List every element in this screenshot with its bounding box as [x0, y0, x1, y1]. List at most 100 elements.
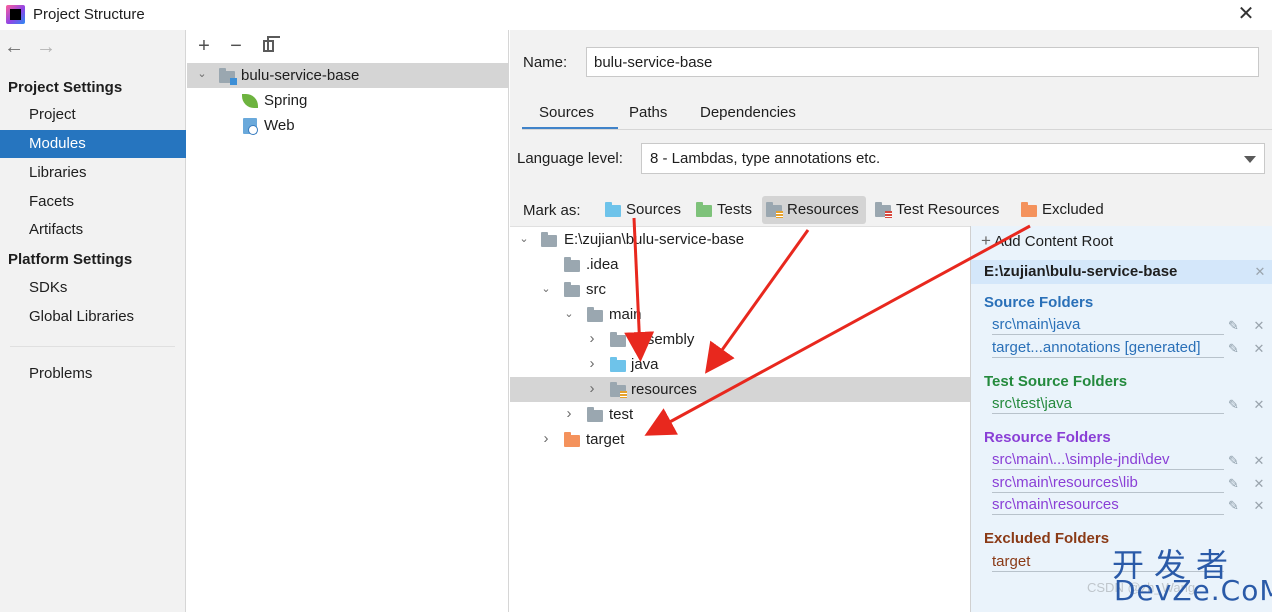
- mark-sources-button[interactable]: Sources: [601, 196, 689, 224]
- source-folder-icon: [610, 357, 626, 372]
- facet-name: Web: [264, 117, 295, 134]
- tree-row-test[interactable]: › test: [510, 402, 970, 427]
- sidebar-item-project[interactable]: Project: [0, 101, 186, 129]
- resource-folders-heading: Resource Folders: [984, 429, 1111, 446]
- content-root-path: E:\zujian\bulu-service-base ✕: [971, 260, 1272, 284]
- tree-row-label: resources: [631, 381, 697, 398]
- mark-resources-button[interactable]: Resources: [762, 196, 866, 224]
- resource-folder-entry[interactable]: src\main\...\simple-jndi\dev: [992, 450, 1224, 470]
- tree-row-idea[interactable]: .idea: [510, 252, 970, 277]
- tree-row-java[interactable]: › java: [510, 352, 970, 377]
- chevron-right-icon[interactable]: ›: [563, 406, 575, 421]
- project-settings-heading: Project Settings: [8, 79, 123, 96]
- nav-arrows: ← →: [0, 30, 186, 66]
- excluded-folder-icon: [1021, 202, 1037, 217]
- chevron-down-icon[interactable]: ⌄: [540, 283, 552, 295]
- copy-module-icon[interactable]: [257, 34, 281, 58]
- facet-row-spring[interactable]: Spring: [187, 88, 509, 113]
- sidebar-divider: [10, 346, 175, 347]
- web-globe-icon: [243, 118, 258, 135]
- excluded-folder-icon: [564, 432, 580, 447]
- folder-icon: [587, 307, 603, 322]
- tree-row-src[interactable]: ⌄ src: [510, 277, 970, 302]
- forward-arrow-icon[interactable]: →: [36, 36, 56, 59]
- source-folders-heading: Source Folders: [984, 294, 1094, 311]
- chevron-right-icon[interactable]: ›: [586, 331, 598, 346]
- tree-row-label: main: [609, 306, 642, 323]
- module-folder-icon: [219, 68, 237, 85]
- tab-paths[interactable]: Paths: [629, 100, 667, 130]
- remove-entry-icon[interactable]: ✕: [1252, 499, 1266, 513]
- source-folder-entry[interactable]: src\main\java: [992, 315, 1224, 335]
- tab-sources[interactable]: Sources: [522, 100, 618, 130]
- sidebar-item-sdks[interactable]: SDKs: [0, 274, 186, 302]
- folder-icon: [564, 282, 580, 297]
- module-name: bulu-service-base: [241, 67, 360, 84]
- tree-row-main[interactable]: ⌄ main: [510, 302, 970, 327]
- edit-pencil-icon[interactable]: ✎: [1228, 477, 1242, 491]
- chevron-right-icon[interactable]: ›: [586, 356, 598, 371]
- modules-toolbar: + −: [187, 30, 509, 62]
- tree-row-target[interactable]: › target: [510, 427, 970, 452]
- resources-folder-icon: [766, 202, 783, 218]
- module-details-panel: Name: Sources Paths Dependencies Languag…: [510, 30, 1272, 612]
- language-level-label: Language level:: [517, 150, 623, 167]
- source-folder-entry[interactable]: target...annotations [generated]: [992, 338, 1224, 358]
- add-content-root-button[interactable]: + Add Content Root: [981, 231, 1113, 251]
- chevron-down-icon[interactable]: ⌄: [563, 308, 575, 320]
- mark-test-resources-button[interactable]: Test Resources: [871, 196, 1011, 224]
- platform-settings-heading: Platform Settings: [8, 251, 133, 268]
- mark-tests-button[interactable]: Tests: [692, 196, 758, 224]
- name-label: Name:: [523, 54, 568, 71]
- sidebar-item-artifacts[interactable]: Artifacts: [0, 216, 186, 244]
- edit-pencil-icon[interactable]: ✎: [1228, 499, 1242, 513]
- intellij-app-icon: [6, 5, 25, 24]
- tree-row-assembly[interactable]: › assembly: [510, 327, 970, 352]
- remove-entry-icon[interactable]: ✕: [1252, 342, 1266, 356]
- edit-pencil-icon[interactable]: ✎: [1228, 319, 1242, 333]
- edit-pencil-icon[interactable]: ✎: [1228, 342, 1242, 356]
- sidebar-item-facets[interactable]: Facets: [0, 188, 186, 216]
- module-row-bulu-service-base[interactable]: ⌄ bulu-service-base: [187, 63, 509, 88]
- chevron-right-icon[interactable]: ›: [586, 381, 598, 396]
- settings-sidebar: ← → Project Settings Project Modules Lib…: [0, 30, 186, 612]
- language-level-select[interactable]: 8 - Lambdas, type annotations etc.: [641, 143, 1265, 174]
- remove-module-icon[interactable]: −: [224, 34, 248, 58]
- tab-dependencies[interactable]: Dependencies: [700, 100, 796, 130]
- test-folder-entry[interactable]: src\test\java: [992, 394, 1224, 414]
- remove-root-icon[interactable]: ✕: [1253, 265, 1267, 279]
- sidebar-item-problems[interactable]: Problems: [0, 360, 186, 388]
- language-level-value: 8 - Lambdas, type annotations etc.: [650, 150, 881, 167]
- module-name-input[interactable]: [586, 47, 1259, 77]
- tree-row-label: java: [631, 356, 659, 373]
- edit-pencil-icon[interactable]: ✎: [1228, 454, 1242, 468]
- remove-entry-icon[interactable]: ✕: [1252, 319, 1266, 333]
- facet-name: Spring: [264, 92, 308, 109]
- content-roots-panel: + Add Content Root E:\zujian\bulu-service…: [970, 226, 1272, 612]
- tree-row-root[interactable]: ⌄ E:\zujian\bulu-service-base: [510, 227, 970, 252]
- remove-entry-icon[interactable]: ✕: [1252, 454, 1266, 468]
- folder-icon: [541, 232, 557, 247]
- back-arrow-icon[interactable]: ←: [4, 36, 24, 59]
- folder-icon: [610, 332, 626, 347]
- sidebar-item-global-libraries[interactable]: Global Libraries: [0, 303, 186, 331]
- remove-entry-icon[interactable]: ✕: [1252, 477, 1266, 491]
- add-module-icon[interactable]: +: [192, 34, 216, 58]
- mark-as-label: Mark as:: [523, 202, 581, 219]
- close-icon[interactable]: ✕: [1234, 3, 1258, 27]
- tree-row-resources[interactable]: › resources: [510, 377, 970, 402]
- remove-entry-icon[interactable]: ✕: [1252, 398, 1266, 412]
- edit-pencil-icon[interactable]: ✎: [1228, 398, 1242, 412]
- resource-folder-entry[interactable]: src\main\resources: [992, 495, 1224, 515]
- tab-underline: [522, 129, 1272, 130]
- sidebar-item-modules[interactable]: Modules: [0, 130, 186, 158]
- sidebar-item-libraries[interactable]: Libraries: [0, 159, 186, 187]
- resource-folder-entry[interactable]: src\main\resources\lib: [992, 473, 1224, 493]
- mark-excluded-button[interactable]: Excluded: [1017, 196, 1111, 224]
- window-title: Project Structure: [33, 6, 145, 23]
- chevron-right-icon[interactable]: ›: [540, 431, 552, 446]
- facet-row-web[interactable]: Web: [187, 113, 509, 138]
- chevron-down-icon[interactable]: ⌄: [518, 233, 530, 245]
- chevron-down-icon[interactable]: ⌄: [196, 68, 208, 80]
- excluded-folder-entry[interactable]: target: [992, 552, 1224, 572]
